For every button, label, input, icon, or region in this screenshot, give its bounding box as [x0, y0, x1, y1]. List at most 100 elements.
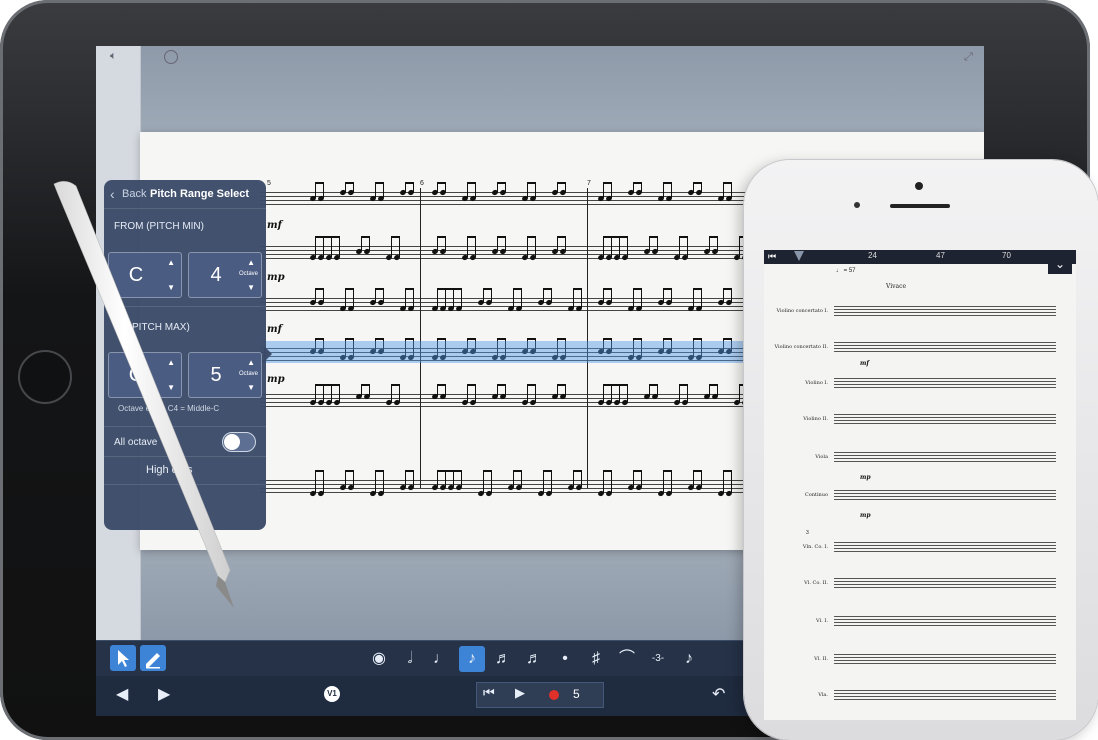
note-beam	[649, 384, 658, 386]
note-stem	[445, 236, 446, 251]
note-stem	[521, 470, 522, 487]
note-stem	[339, 236, 340, 257]
note-stem	[663, 288, 664, 302]
note-stem	[323, 288, 324, 302]
note-stem	[461, 470, 462, 487]
note-stem	[619, 384, 620, 402]
note-beam	[437, 236, 446, 238]
note-beam	[375, 338, 384, 340]
note-stem	[323, 384, 324, 402]
arrow-down-icon[interactable]: ▼	[247, 283, 255, 292]
previous-arrow-icon[interactable]: ◀	[116, 684, 128, 704]
note-stem	[391, 384, 392, 402]
play-icon[interactable]: ▶	[515, 685, 525, 701]
note-stem	[461, 288, 462, 308]
note-stem	[717, 236, 718, 251]
select-tool-button[interactable]	[110, 645, 136, 671]
sixteenth-note-icon[interactable]: ♬	[490, 646, 516, 672]
note-stem	[375, 470, 376, 493]
note-stem	[383, 470, 384, 493]
note-stem	[693, 288, 694, 308]
note-stem	[483, 470, 484, 493]
arrow-down-icon[interactable]: ▼	[247, 383, 255, 392]
note-beam	[527, 182, 536, 184]
note-stem	[475, 236, 476, 257]
note-beam	[315, 288, 324, 290]
instrument-label: Vl. Co. II.	[804, 580, 828, 586]
thirty-second-note-icon[interactable]: ♬	[521, 646, 547, 672]
note-stem	[557, 236, 558, 251]
no-entry-icon[interactable]	[164, 50, 178, 64]
eighth-note-icon[interactable]: ♪	[459, 646, 485, 672]
note-stem	[573, 470, 574, 487]
note-stem	[603, 288, 604, 302]
grace-note-icon[interactable]: ♪	[676, 646, 702, 672]
note-stem	[731, 288, 732, 302]
note-stem	[723, 470, 724, 493]
note-beam	[527, 338, 536, 340]
arrow-up-icon[interactable]: ▲	[247, 258, 255, 267]
fullscreen-icon[interactable]: ⤢	[964, 51, 973, 64]
note-beam	[573, 470, 582, 472]
note-stem	[405, 288, 406, 308]
note-beam	[375, 470, 384, 472]
note-stem	[413, 288, 414, 308]
pen-tool-button[interactable]	[140, 645, 166, 671]
eye-note-icon[interactable]: ◉	[366, 646, 392, 672]
note-stem	[603, 236, 604, 257]
note-stem	[633, 288, 634, 308]
note-stem	[627, 384, 628, 402]
note-stem	[723, 182, 724, 198]
note-stem	[543, 288, 544, 302]
note-beam	[315, 470, 324, 472]
note-stem	[513, 288, 514, 308]
note-stem	[551, 288, 552, 302]
note-stem	[399, 236, 400, 257]
note-beam	[467, 384, 476, 386]
note-stem	[581, 288, 582, 308]
note-stem	[739, 236, 740, 257]
note-stem	[375, 182, 376, 198]
note-beam	[497, 182, 506, 184]
measure-field[interactable]: 5	[573, 687, 580, 701]
note-beam	[709, 384, 718, 386]
note-stem	[701, 470, 702, 487]
note-beam	[361, 384, 370, 386]
note-beam	[391, 384, 400, 386]
note-stem	[535, 182, 536, 198]
note-beam	[315, 236, 340, 238]
note-stem	[315, 236, 316, 257]
note-stem	[453, 470, 454, 487]
half-note-icon[interactable]: 𝅗𝅥	[397, 646, 423, 672]
undo-icon[interactable]: ↶	[712, 684, 725, 704]
note-beam	[557, 384, 566, 386]
phone-system: Vln. Co. I. Vl. Co. II. Vl. I. Vl. II. Vla.	[764, 250, 1076, 720]
note-stem	[535, 384, 536, 402]
note-beam	[437, 338, 446, 340]
note-value-palette: ◉ 𝅗𝅥 ♩ ♪ ♬ ♬ • ♯ ⌒ -3- ♪	[366, 641, 726, 677]
arrow-up-icon[interactable]: ▲	[247, 358, 255, 367]
record-icon[interactable]	[549, 690, 559, 700]
note-beam	[467, 182, 476, 184]
note-beam	[513, 288, 522, 290]
note-stem	[323, 470, 324, 493]
voice-selector[interactable]: V1	[324, 686, 340, 702]
note-stem	[663, 182, 664, 198]
note-beam	[663, 182, 672, 184]
note-beam	[603, 182, 612, 184]
next-arrow-icon[interactable]: ▶	[158, 684, 170, 704]
note-stem	[671, 288, 672, 302]
tie-note-icon[interactable]: ⌒	[614, 646, 640, 672]
note-beam	[345, 470, 354, 472]
triplet-note-icon[interactable]: -3-	[645, 646, 671, 672]
rewind-icon[interactable]: ⏮	[483, 685, 495, 701]
note-stem	[709, 236, 710, 251]
sharp-note-icon[interactable]: ♯	[583, 646, 609, 672]
note-stem	[491, 288, 492, 302]
speaker-mute-icon[interactable]: 🔈︎	[110, 50, 117, 63]
quarter-note-icon[interactable]: ♩	[428, 646, 454, 672]
note-stem	[527, 182, 528, 198]
note-beam	[437, 384, 446, 386]
dot-note-icon[interactable]: •	[552, 646, 578, 672]
note-beam	[315, 182, 324, 184]
